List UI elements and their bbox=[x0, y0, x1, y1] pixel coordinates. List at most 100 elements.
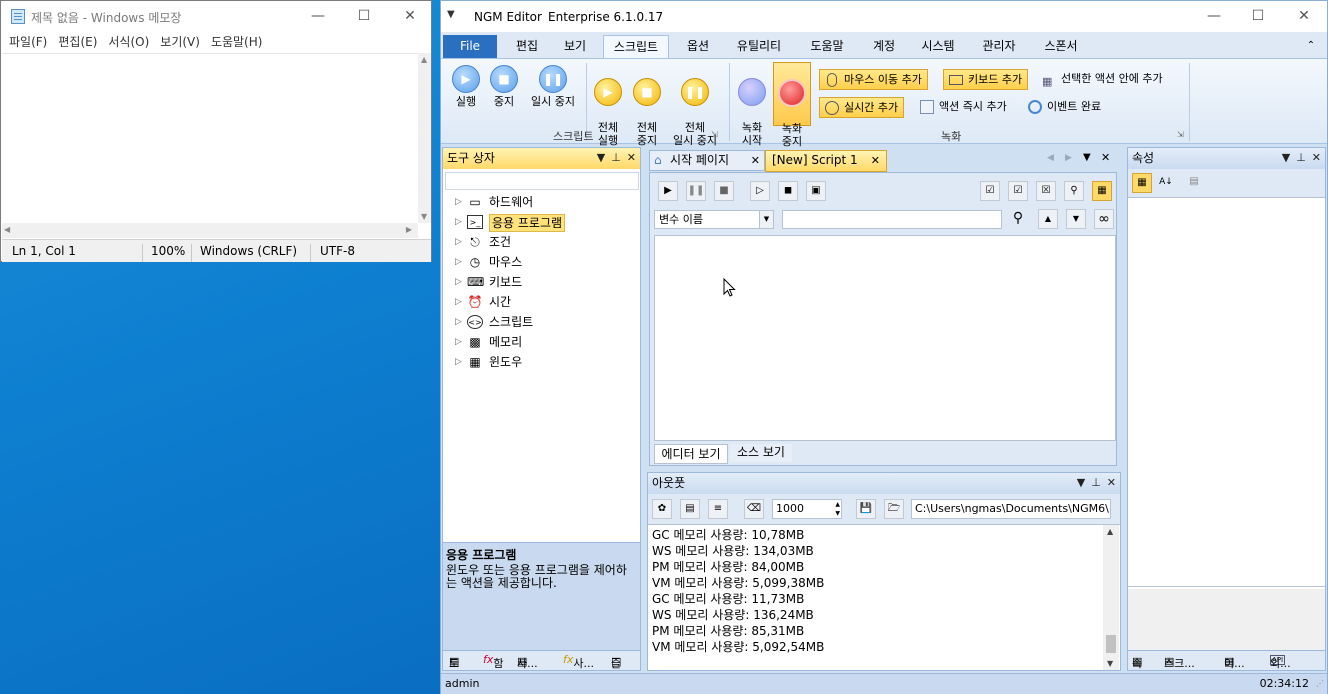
tree-item-time[interactable]: ▷ ⏰ 시간 bbox=[443, 292, 639, 312]
add-action-now-button[interactable]: 액션 즉시 추가 bbox=[915, 97, 1012, 118]
maximize-icon[interactable]: ☐ bbox=[341, 1, 387, 32]
close-icon[interactable]: ✕ bbox=[1101, 151, 1110, 164]
list-icon[interactable]: ≡ bbox=[708, 499, 728, 519]
zoom-icon[interactable]: ⚲ bbox=[1064, 181, 1084, 201]
play-box-icon[interactable]: ▣ bbox=[806, 181, 826, 201]
menu-help[interactable]: 도움말(H) bbox=[211, 32, 263, 52]
scroll-right-icon[interactable]: ▶ bbox=[406, 225, 412, 234]
stepper-arrows-icon[interactable]: ▲ ▼ bbox=[835, 500, 840, 518]
pin-icon[interactable]: ⊥ bbox=[1091, 476, 1101, 489]
close-icon[interactable]: ✕ bbox=[1312, 151, 1321, 164]
search-input[interactable] bbox=[782, 210, 1002, 229]
toolbox-search-input[interactable] bbox=[445, 172, 639, 190]
tree-item-condition[interactable]: ▷ ⎋ 조건 bbox=[443, 232, 639, 252]
output-scrollbar[interactable]: ▲ ▼ bbox=[1103, 525, 1119, 670]
resize-grip-icon[interactable]: ⋰ bbox=[1316, 679, 1324, 688]
tree-item-keyboard[interactable]: ▷ ⌨ 키보드 bbox=[443, 272, 639, 292]
close-icon[interactable]: ✕ bbox=[751, 151, 760, 170]
menu-format[interactable]: 서식(O) bbox=[108, 32, 149, 52]
tab-source-view[interactable]: 소스 보기 bbox=[730, 444, 792, 462]
minimize-icon[interactable]: — bbox=[295, 1, 341, 32]
tree-item-script[interactable]: ▷ <> 스크립트 bbox=[443, 312, 639, 332]
play-icon[interactable]: ▶ bbox=[658, 181, 678, 201]
menu-edit[interactable]: 편집(E) bbox=[58, 32, 97, 52]
group-launcher-icon[interactable]: ⇲ bbox=[711, 130, 718, 139]
dropdown-icon[interactable]: ▼ bbox=[1282, 151, 1290, 164]
tree-item-window[interactable]: ▷ ▦ 윈도우 bbox=[443, 352, 639, 372]
scroll-up-icon[interactable]: ▲ bbox=[421, 55, 427, 64]
notepad-text-area[interactable] bbox=[2, 53, 418, 223]
action-list[interactable] bbox=[654, 235, 1116, 441]
dropdown-icon[interactable]: ▼ bbox=[597, 151, 605, 164]
expand-icon[interactable]: ▷ bbox=[455, 312, 462, 332]
record-start-button[interactable]: 녹화 시작 bbox=[734, 65, 770, 147]
close-icon[interactable]: ✕ bbox=[1281, 1, 1327, 32]
close-icon[interactable]: ✕ bbox=[1107, 476, 1116, 489]
chevron-down-icon[interactable]: ▼ bbox=[759, 211, 773, 228]
expand-icon[interactable]: ▷ bbox=[455, 332, 462, 352]
variable-name-select[interactable]: 변수 이름 ▼ bbox=[654, 210, 774, 229]
tab-user-2[interactable]: fx 사... bbox=[563, 653, 594, 670]
tab-help[interactable]: 도움말 bbox=[799, 35, 855, 59]
menu-file[interactable]: 파일(F) bbox=[9, 32, 47, 52]
tab-scroll-right-icon[interactable]: ▶ bbox=[1065, 153, 1072, 163]
close-icon[interactable]: ✕ bbox=[387, 1, 433, 32]
tree-item-application[interactable]: ▷ >_ 응용 프로그램 bbox=[443, 212, 639, 232]
check-outline-icon[interactable]: ☑ bbox=[1008, 181, 1028, 201]
run-all-button[interactable]: ▶ 전체 실행 bbox=[591, 65, 625, 147]
tab-view[interactable]: 보기 bbox=[555, 35, 595, 59]
tab-file[interactable]: File bbox=[443, 35, 497, 59]
ngm-titlebar[interactable]: ▼ NGM Editor Enterprise 6.1.0.17 — ☐ ✕ bbox=[441, 1, 1327, 32]
property-pages-icon[interactable]: ▤ bbox=[1184, 173, 1204, 193]
move-up-icon[interactable]: ▲ bbox=[1038, 209, 1058, 229]
notepad-horizontal-scrollbar[interactable]: ◀ ▶ bbox=[2, 223, 418, 238]
stop-all-button[interactable]: ■ 전체 중지 bbox=[630, 65, 664, 147]
pause-icon[interactable]: ❚❚ bbox=[686, 181, 706, 201]
expand-icon[interactable]: ▷ bbox=[455, 352, 462, 372]
tab-account[interactable]: 계정 bbox=[865, 35, 903, 59]
record-stop-button[interactable]: 녹화 중지 bbox=[773, 62, 811, 148]
log-path-field[interactable]: C:\Users\ngmas\Documents\NGM6\ bbox=[911, 499, 1111, 519]
tab-start-page[interactable]: ⌂ 시작 페이지 ✕ bbox=[649, 150, 765, 171]
eraser-icon[interactable]: ⌫ bbox=[744, 499, 764, 519]
scroll-up-icon[interactable]: ▲ bbox=[1107, 527, 1113, 536]
scroll-down-icon[interactable]: ▼ bbox=[421, 212, 427, 221]
loop-icon[interactable]: ∞ bbox=[1094, 209, 1114, 229]
tab-edit[interactable]: 편집 bbox=[507, 35, 547, 59]
tab-options[interactable]: 옵션 bbox=[677, 35, 719, 59]
expand-icon[interactable]: ▷ bbox=[455, 252, 462, 272]
add-realtime-button[interactable]: 실시간 추가 bbox=[819, 97, 905, 118]
expand-icon[interactable]: ▷ bbox=[455, 232, 462, 252]
categorized-icon[interactable]: ▦ bbox=[1132, 173, 1152, 193]
tab-list-icon[interactable]: ▼ bbox=[1083, 152, 1091, 163]
play-frame-icon[interactable]: ◼ bbox=[778, 181, 798, 201]
save-icon[interactable]: 💾 bbox=[856, 499, 876, 519]
check-icon[interactable]: ☑ bbox=[980, 181, 1000, 201]
move-down-icon[interactable]: ▼ bbox=[1066, 209, 1086, 229]
collapse-ribbon-icon[interactable]: ⌃ bbox=[1301, 35, 1321, 59]
tab-script-1[interactable]: [New] Script 1 ✕ bbox=[765, 150, 887, 172]
group-launcher-icon[interactable]: ⇲ bbox=[1177, 130, 1184, 139]
tree-item-mouse[interactable]: ▷ ◷ 마우스 bbox=[443, 252, 639, 272]
expand-icon[interactable]: ▷ bbox=[455, 192, 462, 212]
step-play-icon[interactable]: ▷ bbox=[750, 181, 770, 201]
folder-icon[interactable]: 🗁 bbox=[884, 499, 904, 519]
menu-view[interactable]: 보기(V) bbox=[160, 32, 200, 52]
expand-icon[interactable]: ▷ bbox=[455, 212, 462, 232]
close-icon[interactable]: ✕ bbox=[871, 151, 880, 170]
tab-editor-view[interactable]: 에디터 보기 bbox=[654, 444, 728, 464]
expand-icon[interactable]: ▷ bbox=[455, 272, 462, 292]
stop-icon[interactable]: ■ bbox=[714, 181, 734, 201]
tab-utility[interactable]: 유틸리티 bbox=[729, 35, 789, 59]
tab-script[interactable]: 스크립트 bbox=[603, 35, 669, 59]
property-grid[interactable] bbox=[1128, 197, 1325, 587]
broom-icon[interactable]: ✿ bbox=[652, 499, 672, 519]
close-icon[interactable]: ✕ bbox=[627, 151, 636, 164]
stop-button[interactable]: ■ 중지 bbox=[487, 65, 521, 108]
tab-admin[interactable]: 관리자 bbox=[973, 35, 1025, 59]
tree-item-memory[interactable]: ▷ ▩ 메모리 bbox=[443, 332, 639, 352]
scroll-thumb[interactable] bbox=[1106, 635, 1116, 653]
tree-item-hardware[interactable]: ▷ ▭ 하드웨어 bbox=[443, 192, 639, 212]
tab-functions[interactable]: fx 함 bbox=[483, 653, 504, 670]
scroll-left-icon[interactable]: ◀ bbox=[4, 225, 10, 234]
